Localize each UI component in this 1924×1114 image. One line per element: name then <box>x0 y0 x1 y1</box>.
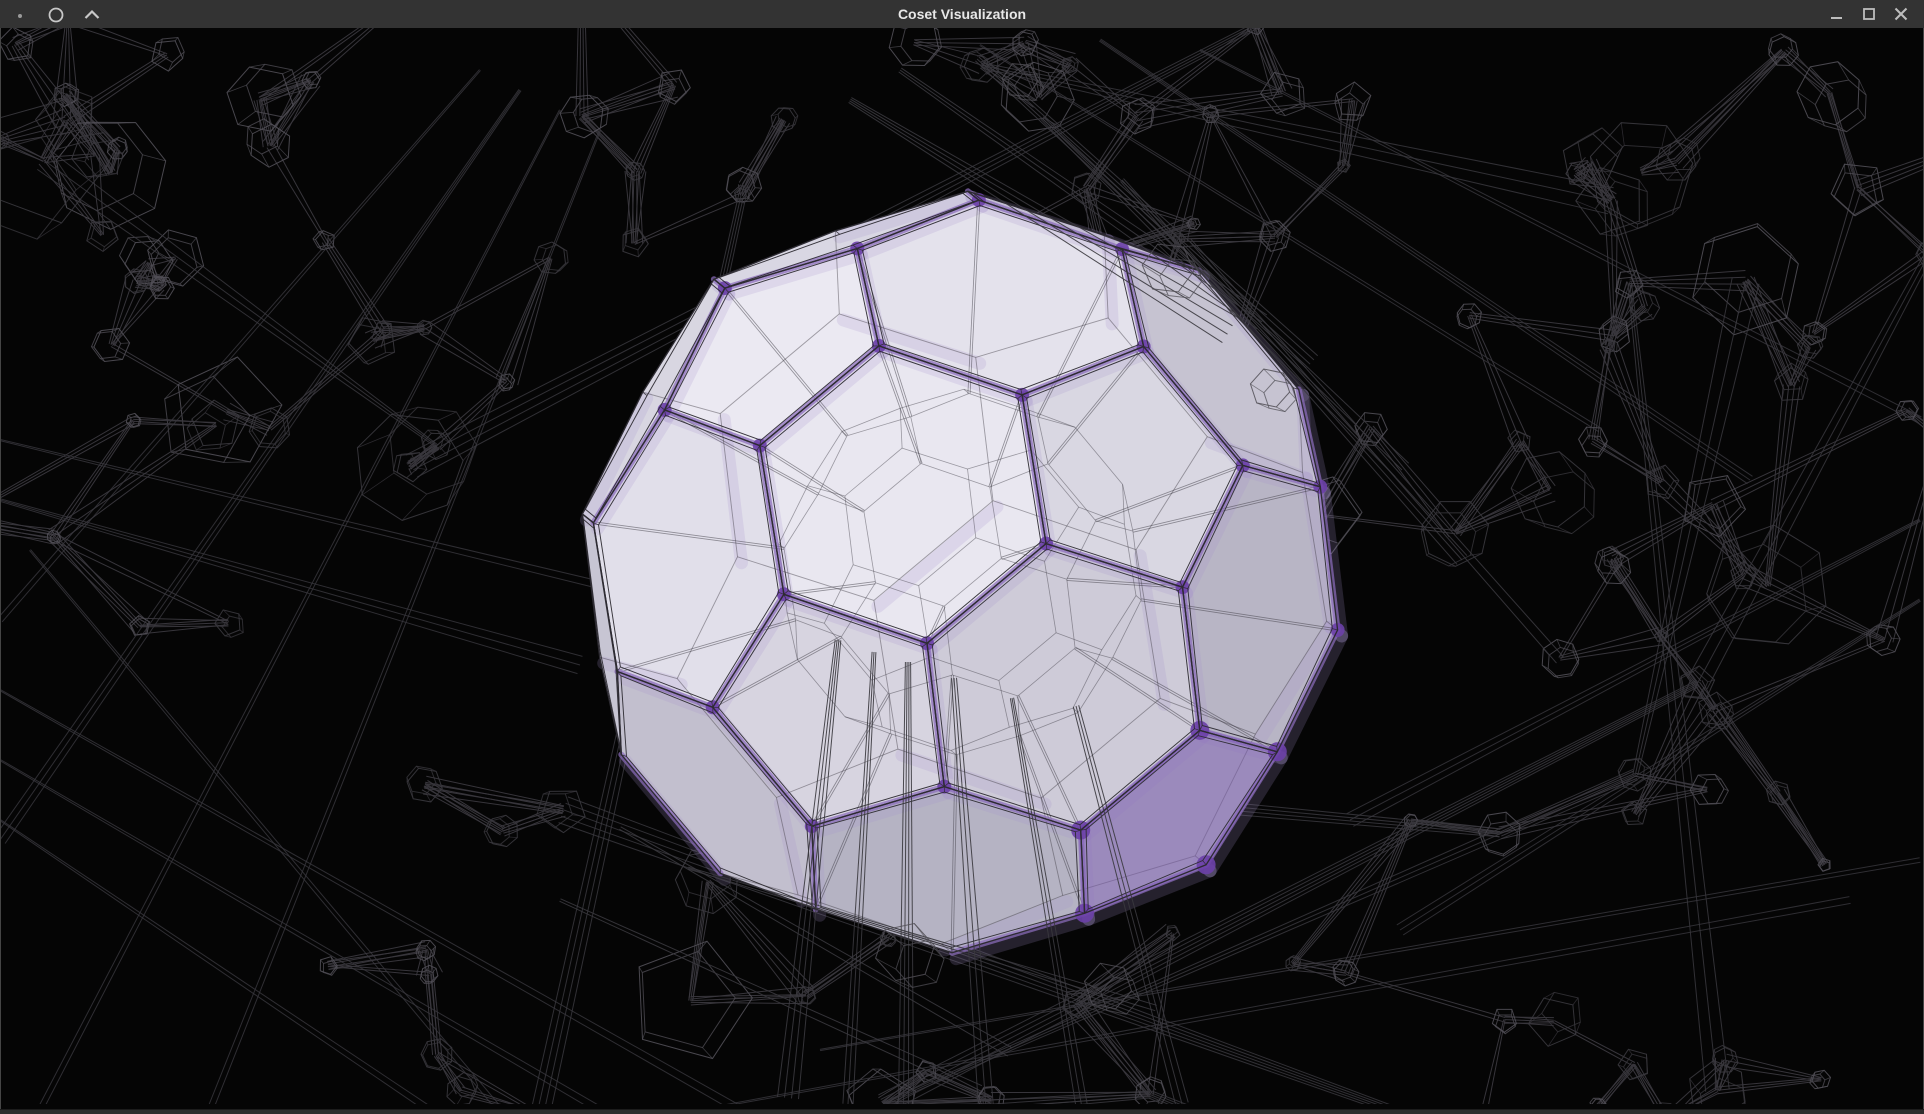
maximize-button[interactable] <box>1856 1 1882 27</box>
titlebar-left-icons <box>0 2 104 26</box>
minimize-button[interactable] <box>1824 1 1850 27</box>
minimize-icon <box>1824 1 1850 27</box>
window-controls <box>1824 1 1924 27</box>
maximize-icon <box>1856 1 1882 27</box>
close-icon <box>1888 1 1914 27</box>
coset-scene-canvas[interactable] <box>1 28 1923 1104</box>
window-title: Coset Visualization <box>0 0 1924 28</box>
bottom-window-border[interactable] <box>0 1109 1924 1114</box>
viewport-3d[interactable] <box>0 28 1924 1109</box>
titlebar[interactable]: Coset Visualization <box>0 0 1924 28</box>
app-window: Coset Visualization <box>0 0 1924 1114</box>
chevron-up-icon[interactable] <box>80 2 104 26</box>
status-dot-icon <box>8 2 32 26</box>
close-button[interactable] <box>1888 1 1914 27</box>
record-circle-icon[interactable] <box>44 2 68 26</box>
